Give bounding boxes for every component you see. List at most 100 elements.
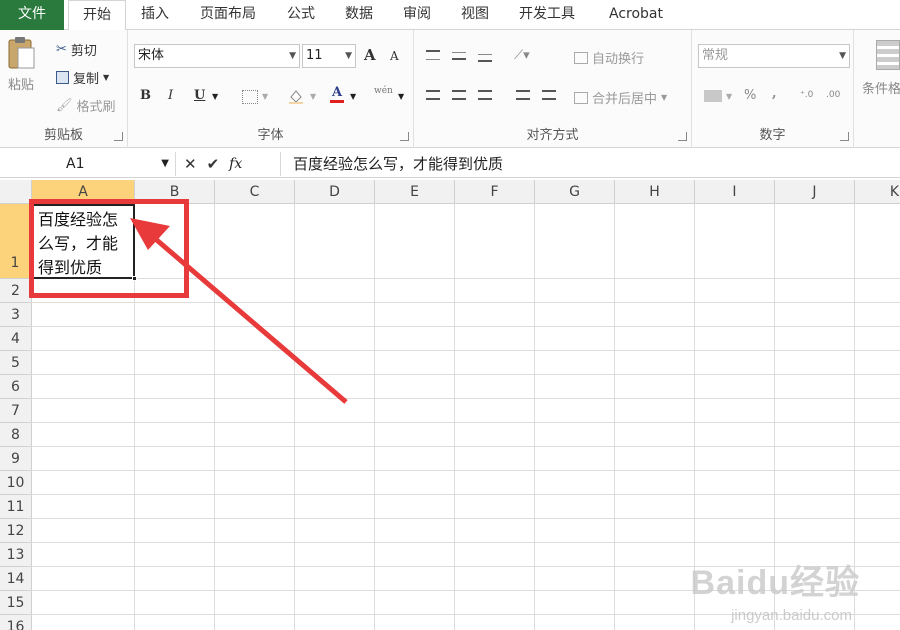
number-format-select[interactable]: 常规 ▼ — [698, 44, 850, 68]
gridline-horizontal — [31, 542, 900, 543]
chevron-down-icon: ▼ — [262, 92, 269, 101]
copy-label: 复制 — [73, 72, 100, 87]
font-color-button[interactable]: A — [330, 86, 345, 103]
tab-formulas[interactable]: 公式 — [276, 0, 326, 30]
chevron-down-icon: ▼ — [398, 92, 405, 101]
enter-icon[interactable]: ✔ — [207, 155, 220, 173]
chevron-down-icon: ▼ — [661, 93, 668, 102]
align-left-icon[interactable] — [426, 90, 440, 100]
align-bottom-icon[interactable] — [478, 54, 492, 62]
row-header-8[interactable]: 8 — [0, 423, 32, 447]
column-header-k[interactable]: K — [855, 180, 900, 204]
clipboard-launcher-icon[interactable] — [114, 132, 123, 141]
gridline-horizontal — [31, 446, 900, 447]
gridline-horizontal — [31, 350, 900, 351]
row-header-2[interactable]: 2 — [0, 279, 32, 303]
tab-insert[interactable]: 插入 — [130, 0, 180, 30]
tab-file[interactable]: 文件 — [0, 0, 64, 30]
cut-button[interactable]: ✂ 剪切 — [56, 40, 97, 59]
cancel-icon[interactable]: ✕ — [184, 155, 197, 173]
row-header-11[interactable]: 11 — [0, 495, 32, 519]
paste-button[interactable]: 粘贴 — [6, 36, 36, 93]
decrease-decimal-icon[interactable]: .00 — [826, 90, 840, 100]
clipboard-group-label: 剪贴板 — [43, 128, 83, 143]
gridline-horizontal — [31, 374, 900, 375]
tab-data[interactable]: 数据 — [334, 0, 384, 30]
phonetic-button[interactable]: wén — [374, 86, 393, 96]
row-header-4[interactable]: 4 — [0, 327, 32, 351]
row-header-7[interactable]: 7 — [0, 399, 32, 423]
column-header-c[interactable]: C — [215, 180, 295, 204]
row-header-12[interactable]: 12 — [0, 519, 32, 543]
tab-page-layout[interactable]: 页面布局 — [190, 0, 266, 30]
align-middle-icon[interactable] — [452, 52, 466, 60]
increase-decimal-icon[interactable]: ⁺.0 — [800, 90, 813, 100]
align-top-icon[interactable] — [426, 50, 440, 60]
number-launcher-icon[interactable] — [840, 132, 849, 141]
merge-center-label: 合并后居中 — [592, 92, 658, 107]
row-header-6[interactable]: 6 — [0, 375, 32, 399]
ribbon-home: 粘贴 ✂ 剪切 复制 ▼ 🖌 格式刷 剪贴板 宋体 ▼ 11 ▼ A A B I… — [0, 30, 900, 148]
insert-function-button[interactable]: fx — [229, 156, 242, 172]
row-header-15[interactable]: 15 — [0, 591, 32, 615]
formula-input[interactable]: 百度经验怎么写，才能得到优质 — [280, 152, 900, 176]
group-styles: 条件格 — [854, 30, 900, 148]
column-header-i[interactable]: I — [695, 180, 775, 204]
row-header-16[interactable]: 16 — [0, 615, 32, 630]
chevron-down-icon: ▼ — [103, 73, 110, 82]
column-header-e[interactable]: E — [375, 180, 455, 204]
italic-button[interactable]: I — [168, 88, 173, 103]
copy-button[interactable]: 复制 ▼ — [56, 68, 109, 87]
number-format-value: 常规 — [702, 48, 729, 63]
alignment-launcher-icon[interactable] — [678, 132, 687, 141]
row-header-5[interactable]: 5 — [0, 351, 32, 375]
conditional-format-label[interactable]: 条件格 — [862, 78, 900, 97]
border-icon[interactable] — [242, 90, 258, 104]
wrap-text-label: 自动换行 — [592, 52, 645, 67]
row-header-3[interactable]: 3 — [0, 303, 32, 327]
column-header-j[interactable]: J — [775, 180, 855, 204]
align-right-icon[interactable] — [478, 90, 492, 100]
wrap-text-icon — [574, 51, 588, 64]
select-all-corner[interactable] — [0, 180, 32, 204]
underline-button[interactable]: U — [194, 88, 205, 103]
font-launcher-icon[interactable] — [400, 132, 409, 141]
tab-review[interactable]: 审阅 — [392, 0, 442, 30]
row-header-14[interactable]: 14 — [0, 567, 32, 591]
name-box[interactable]: A1 ▼ — [0, 152, 176, 176]
copy-icon — [56, 71, 69, 84]
column-header-g[interactable]: G — [535, 180, 615, 204]
row-header-1[interactable]: 1 — [0, 204, 32, 279]
align-center-icon[interactable] — [452, 90, 466, 100]
row-header-9[interactable]: 9 — [0, 447, 32, 471]
fill-color-icon[interactable] — [288, 88, 304, 104]
gridline-horizontal — [31, 326, 900, 327]
tab-view[interactable]: 视图 — [450, 0, 500, 30]
column-header-d[interactable]: D — [295, 180, 375, 204]
format-painter-button[interactable]: 🖌 格式刷 — [56, 96, 116, 115]
bold-button[interactable]: B — [140, 88, 151, 103]
merge-center-button[interactable]: 合并后居中 ▼ — [574, 88, 667, 107]
column-header-h[interactable]: H — [615, 180, 695, 204]
chevron-down-icon: ▼ — [310, 92, 317, 101]
font-size-select[interactable]: 11 ▼ — [302, 44, 356, 68]
font-name-select[interactable]: 宋体 ▼ — [134, 44, 300, 68]
shrink-font-button[interactable]: A — [390, 49, 399, 63]
tab-acrobat[interactable]: Acrobat — [598, 0, 674, 30]
percent-button[interactable]: % — [744, 88, 756, 103]
column-header-f[interactable]: F — [455, 180, 535, 204]
decrease-indent-icon[interactable] — [516, 90, 530, 100]
currency-icon[interactable] — [704, 90, 722, 102]
increase-indent-icon[interactable] — [542, 90, 556, 100]
group-alignment: ⟋▾ 自动换行 合并后居中 ▼ 对齐方式 — [414, 30, 692, 148]
row-header-13[interactable]: 13 — [0, 543, 32, 567]
orientation-icon[interactable]: ⟋▾ — [514, 48, 530, 63]
conditional-format-icon[interactable] — [876, 40, 900, 70]
tab-developer[interactable]: 开发工具 — [508, 0, 586, 30]
tab-home[interactable]: 开始 — [68, 0, 126, 31]
grow-font-button[interactable]: A — [364, 46, 376, 64]
row-header-10[interactable]: 10 — [0, 471, 32, 495]
comma-button[interactable]: , — [772, 86, 777, 101]
cut-label: 剪切 — [70, 44, 97, 59]
wrap-text-button[interactable]: 自动换行 — [574, 48, 644, 67]
